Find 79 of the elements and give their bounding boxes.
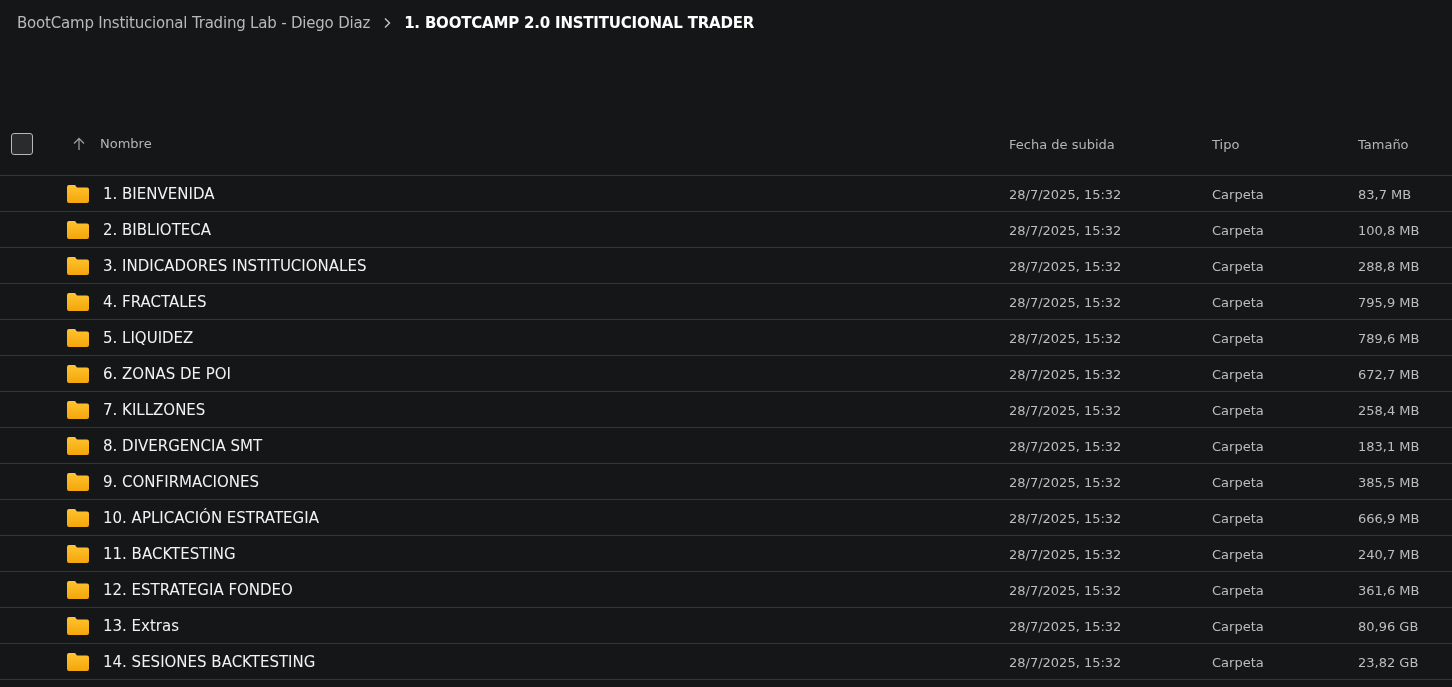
folder-icon (67, 436, 89, 455)
item-size: 23,82 GB (1358, 655, 1419, 670)
folder-icon (67, 580, 89, 599)
item-type: Carpeta (1212, 475, 1264, 490)
item-type: Carpeta (1212, 367, 1264, 382)
item-size: 361,6 MB (1358, 583, 1420, 598)
upload-date: 28/7/2025, 15:32 (1009, 259, 1122, 274)
upload-date: 28/7/2025, 15:32 (1009, 439, 1122, 454)
select-all-checkbox[interactable] (11, 132, 33, 155)
folder-name[interactable]: 7. KILLZONES (103, 400, 206, 419)
item-type: Carpeta (1212, 583, 1264, 598)
item-size: 672,7 MB (1358, 367, 1420, 382)
folder-name[interactable]: 11. BACKTESTING (103, 544, 236, 563)
item-size: 240,7 MB (1358, 547, 1420, 562)
folder-name[interactable]: 10. APLICACIÓN ESTRATEGIA (103, 508, 319, 527)
folder-name[interactable]: 1. BIENVENIDA (103, 184, 215, 203)
upload-date: 28/7/2025, 15:32 (1009, 331, 1122, 346)
item-type: Carpeta (1212, 223, 1264, 238)
item-size: 795,9 MB (1358, 295, 1420, 310)
folder-icon (67, 328, 89, 347)
upload-date: 28/7/2025, 15:32 (1009, 475, 1122, 490)
sort-arrow-icon[interactable] (72, 136, 86, 151)
item-size: 666,9 MB (1358, 511, 1420, 526)
upload-date: 28/7/2025, 15:32 (1009, 547, 1122, 562)
folder-name[interactable]: 8. DIVERGENCIA SMT (103, 436, 263, 455)
item-size: 288,8 MB (1358, 259, 1420, 274)
folder-icon (67, 508, 89, 527)
upload-date: 28/7/2025, 15:32 (1009, 187, 1122, 202)
folder-icon (67, 616, 89, 635)
folder-icon (67, 220, 89, 239)
item-type: Carpeta (1212, 187, 1264, 202)
item-size: 80,96 GB (1358, 619, 1419, 634)
item-size: 789,6 MB (1358, 331, 1420, 346)
column-header[interactable]: Fecha de subida (1009, 137, 1115, 152)
folder-name[interactable]: 4. FRACTALES (103, 292, 207, 311)
folder-name[interactable]: 13. Extras (103, 616, 180, 635)
upload-date: 28/7/2025, 15:32 (1009, 403, 1122, 418)
item-type: Carpeta (1212, 511, 1264, 526)
folder-name[interactable]: 3. INDICADORES INSTITUCIONALES (103, 256, 367, 275)
folder-name[interactable]: 9. CONFIRMACIONES (103, 472, 259, 491)
folder-name[interactable]: 12. ESTRATEGIA FONDEO (103, 580, 293, 599)
item-size: 183,1 MB (1358, 439, 1420, 454)
folder-icon (67, 292, 89, 311)
folder-icon (67, 184, 89, 203)
item-type: Carpeta (1212, 259, 1264, 274)
upload-date: 28/7/2025, 15:32 (1009, 511, 1122, 526)
folder-name[interactable]: 6. ZONAS DE POI (103, 364, 231, 383)
item-size: 385,5 MB (1358, 475, 1420, 490)
folder-icon (67, 400, 89, 419)
upload-date: 28/7/2025, 15:32 (1009, 619, 1122, 634)
item-type: Carpeta (1212, 547, 1264, 562)
upload-date: 28/7/2025, 15:32 (1009, 295, 1122, 310)
item-type: Carpeta (1212, 295, 1264, 310)
chevron-right-icon (382, 17, 393, 29)
item-size: 83,7 MB (1358, 187, 1412, 202)
folder-icon (67, 364, 89, 383)
folder-icon (67, 652, 89, 671)
item-type: Carpeta (1212, 331, 1264, 346)
column-header[interactable]: Nombre (100, 136, 152, 151)
upload-date: 28/7/2025, 15:32 (1009, 655, 1122, 670)
breadcrumb-item[interactable]: BootCamp Institucional Trading Lab - Diego Diaz (17, 14, 371, 32)
item-size: 100,8 MB (1358, 223, 1420, 238)
upload-date: 28/7/2025, 15:32 (1009, 583, 1122, 598)
upload-date: 28/7/2025, 15:32 (1009, 367, 1122, 382)
column-header[interactable]: Tamaño (1358, 137, 1409, 152)
item-type: Carpeta (1212, 403, 1264, 418)
upload-date: 28/7/2025, 15:32 (1009, 223, 1122, 238)
column-header[interactable]: Tipo (1212, 137, 1240, 152)
item-type: Carpeta (1212, 439, 1264, 454)
item-size: 258,4 MB (1358, 403, 1420, 418)
folder-icon (67, 256, 89, 275)
folder-icon (67, 472, 89, 491)
breadcrumb-item[interactable]: 1. BOOTCAMP 2.0 INSTITUCIONAL TRADER (404, 14, 755, 32)
folder-icon (67, 544, 89, 563)
item-type: Carpeta (1212, 655, 1264, 670)
folder-name[interactable]: 2. BIBLIOTECA (103, 220, 212, 239)
folder-name[interactable]: 5. LIQUIDEZ (103, 328, 194, 347)
folder-name[interactable]: 14. SESIONES BACKTESTING (103, 652, 316, 671)
item-type: Carpeta (1212, 619, 1264, 634)
